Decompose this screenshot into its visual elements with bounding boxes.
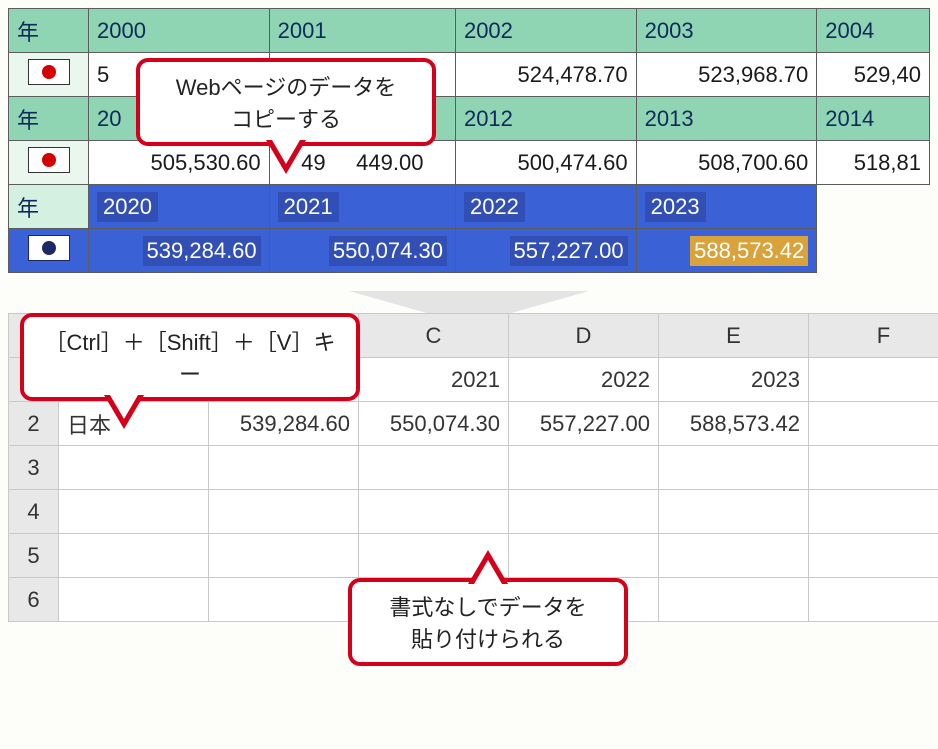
cell[interactable]: [659, 534, 809, 578]
selected-value-cell[interactable]: 550,074.30: [269, 229, 455, 273]
cell[interactable]: [59, 578, 209, 622]
value-cell: 508,700.60: [636, 141, 817, 185]
cell[interactable]: [209, 490, 359, 534]
blank-cell: [817, 185, 930, 229]
selected-value-cell[interactable]: 557,227.00: [455, 229, 636, 273]
cell[interactable]: [359, 446, 509, 490]
selected-flag-japan[interactable]: [9, 229, 89, 273]
flag-japan: [9, 141, 89, 185]
cell[interactable]: [209, 578, 359, 622]
year-cell: 2000: [89, 9, 270, 53]
selected-year-cell[interactable]: 2023: [636, 185, 817, 229]
value-cell: 524,478.70: [455, 53, 636, 97]
callout-tail-icon: [266, 140, 306, 174]
value-cell: 529,40: [817, 53, 930, 97]
callout-shortcut-key: ［Ctrl］＋［Shift］＋［V］キー: [20, 313, 360, 401]
callout-paste-unformatted: 書式なしでデータを 貼り付けられる: [348, 578, 628, 666]
cell-f2[interactable]: [809, 402, 938, 446]
year-cell: 2014: [817, 97, 930, 141]
web-data-section: 年 2000 2001 2002 2003 2004 5 524,478.70 …: [8, 8, 930, 273]
callout-tail-icon: [468, 550, 508, 584]
callout-text: コピーする: [158, 102, 414, 134]
year-label: 年: [9, 185, 89, 229]
row-header[interactable]: 4: [9, 490, 59, 534]
year-cell: 2001: [269, 9, 455, 53]
cell-d1[interactable]: 2022: [509, 358, 659, 402]
excel-section: ［Ctrl］＋［Shift］＋［V］キー A B C D E F 1 年 202…: [8, 313, 930, 622]
row-header[interactable]: 2: [9, 402, 59, 446]
value-cell: 518,81: [817, 141, 930, 185]
cell-d2[interactable]: 557,227.00: [509, 402, 659, 446]
cell[interactable]: [59, 490, 209, 534]
callout-tail-icon: [104, 395, 144, 429]
selected-year-cell[interactable]: 2021: [269, 185, 455, 229]
japan-flag-icon: [28, 147, 70, 173]
cell[interactable]: [509, 534, 659, 578]
year-label: 年: [9, 9, 89, 53]
cell[interactable]: [809, 578, 938, 622]
col-header[interactable]: C: [359, 314, 509, 358]
cell[interactable]: [509, 490, 659, 534]
cell-f1[interactable]: [809, 358, 938, 402]
callout-text: 書式なしでデータを: [370, 590, 606, 622]
japan-flag-icon: [28, 59, 70, 85]
row-header[interactable]: 6: [9, 578, 59, 622]
year-cell: 2013: [636, 97, 817, 141]
value-cell: 523,968.70: [636, 53, 817, 97]
year-cell: 2003: [636, 9, 817, 53]
selected-year-cell[interactable]: 2020: [89, 185, 270, 229]
cell-e1[interactable]: 2023: [659, 358, 809, 402]
callout-text: ［Ctrl］＋［Shift］＋［V］キー: [42, 325, 338, 389]
blank-cell: [817, 229, 930, 273]
selected-value-cell[interactable]: 539,284.60: [89, 229, 270, 273]
cell-c1[interactable]: 2021: [359, 358, 509, 402]
cell[interactable]: [809, 534, 938, 578]
year-cell: 2012: [455, 97, 636, 141]
cell-b2[interactable]: 539,284.60: [209, 402, 359, 446]
cell-c2[interactable]: 550,074.30: [359, 402, 509, 446]
col-header[interactable]: F: [809, 314, 938, 358]
flag-japan: [9, 53, 89, 97]
row-header[interactable]: 3: [9, 446, 59, 490]
cell[interactable]: [809, 446, 938, 490]
callout-text: 貼り付けられる: [370, 622, 606, 654]
selected-value-cell[interactable]: 588,573.42: [636, 229, 817, 273]
japan-flag-icon: [28, 235, 70, 261]
cell[interactable]: [359, 490, 509, 534]
selected-year-cell[interactable]: 2022: [455, 185, 636, 229]
cell[interactable]: [809, 490, 938, 534]
cell[interactable]: [209, 446, 359, 490]
cell[interactable]: [209, 534, 359, 578]
cell[interactable]: [59, 534, 209, 578]
cell[interactable]: [659, 446, 809, 490]
year-cell: 2004: [817, 9, 930, 53]
cell[interactable]: [59, 446, 209, 490]
col-header[interactable]: D: [509, 314, 659, 358]
cell-e2[interactable]: 588,573.42: [659, 402, 809, 446]
cell[interactable]: [659, 490, 809, 534]
cell[interactable]: [509, 446, 659, 490]
row-header[interactable]: 5: [9, 534, 59, 578]
callout-copy-data: Webページのデータを コピーする: [136, 58, 436, 146]
callout-text: Webページのデータを: [158, 70, 414, 102]
year-cell: 2002: [455, 9, 636, 53]
col-header[interactable]: E: [659, 314, 809, 358]
value-cell: 505,530.60: [89, 141, 270, 185]
value-cell: 500,474.60: [455, 141, 636, 185]
cell[interactable]: [659, 578, 809, 622]
year-label: 年: [9, 97, 89, 141]
